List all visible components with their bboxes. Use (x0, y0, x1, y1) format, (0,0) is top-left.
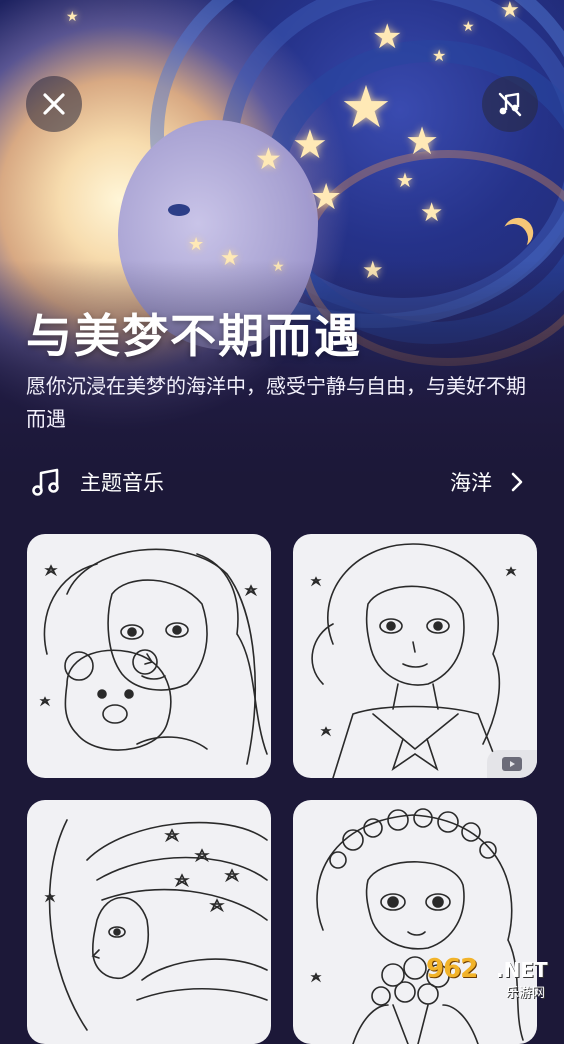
watermark-number: 962 (426, 954, 478, 984)
close-icon (43, 93, 65, 115)
coloring-page-girl-with-teddy-bear (39, 548, 268, 765)
coloring-page-girl-with-stars (44, 819, 268, 1031)
coloring-page-girl-in-sailor-collar (310, 543, 517, 778)
watermark-domain: .NET (496, 958, 548, 982)
star-icon: ★ (500, 0, 520, 23)
site-watermark: 962 .NET 乐游网 (426, 952, 562, 1002)
girl-eye (168, 204, 190, 216)
star-icon: ★ (188, 234, 205, 255)
star-icon: ★ (372, 17, 403, 57)
close-button[interactable] (26, 76, 82, 132)
coloring-card[interactable] (293, 800, 537, 1044)
coloring-card[interactable] (293, 534, 537, 778)
star-icon: ★ (310, 177, 343, 218)
star-icon: ★ (340, 73, 392, 141)
page-title: 与美梦不期而遇 (26, 309, 362, 363)
star-icon: ★ (432, 46, 447, 65)
chevron-right-icon (510, 472, 530, 492)
music-off-icon (498, 92, 522, 117)
theme-music-value: 海洋 (450, 471, 492, 495)
coloring-page-girl-with-flowers (310, 808, 524, 1044)
star-icon: ★ (66, 9, 79, 25)
watermark-name: 乐游网 (506, 986, 546, 1001)
coloring-card[interactable] (27, 800, 271, 1044)
star-icon: ★ (462, 19, 475, 35)
video-badge (487, 750, 537, 778)
star-icon: ★ (396, 168, 414, 192)
star-icon: ★ (255, 142, 282, 177)
coloring-card[interactable] (27, 534, 271, 778)
video-play-icon (502, 757, 522, 771)
theme-music-row[interactable]: 主题音乐 海洋 (30, 462, 530, 502)
theme-music-label: 主题音乐 (80, 471, 164, 495)
star-icon: ★ (292, 122, 328, 168)
star-icon: ★ (420, 198, 444, 228)
star-icon: ★ (405, 119, 440, 163)
page-subtitle: 愿你沉浸在美梦的海洋中，感受宁静与自由，与美好不期而遇 (26, 374, 526, 431)
music-toggle-button[interactable] (482, 76, 538, 132)
music-note-icon (32, 468, 59, 496)
